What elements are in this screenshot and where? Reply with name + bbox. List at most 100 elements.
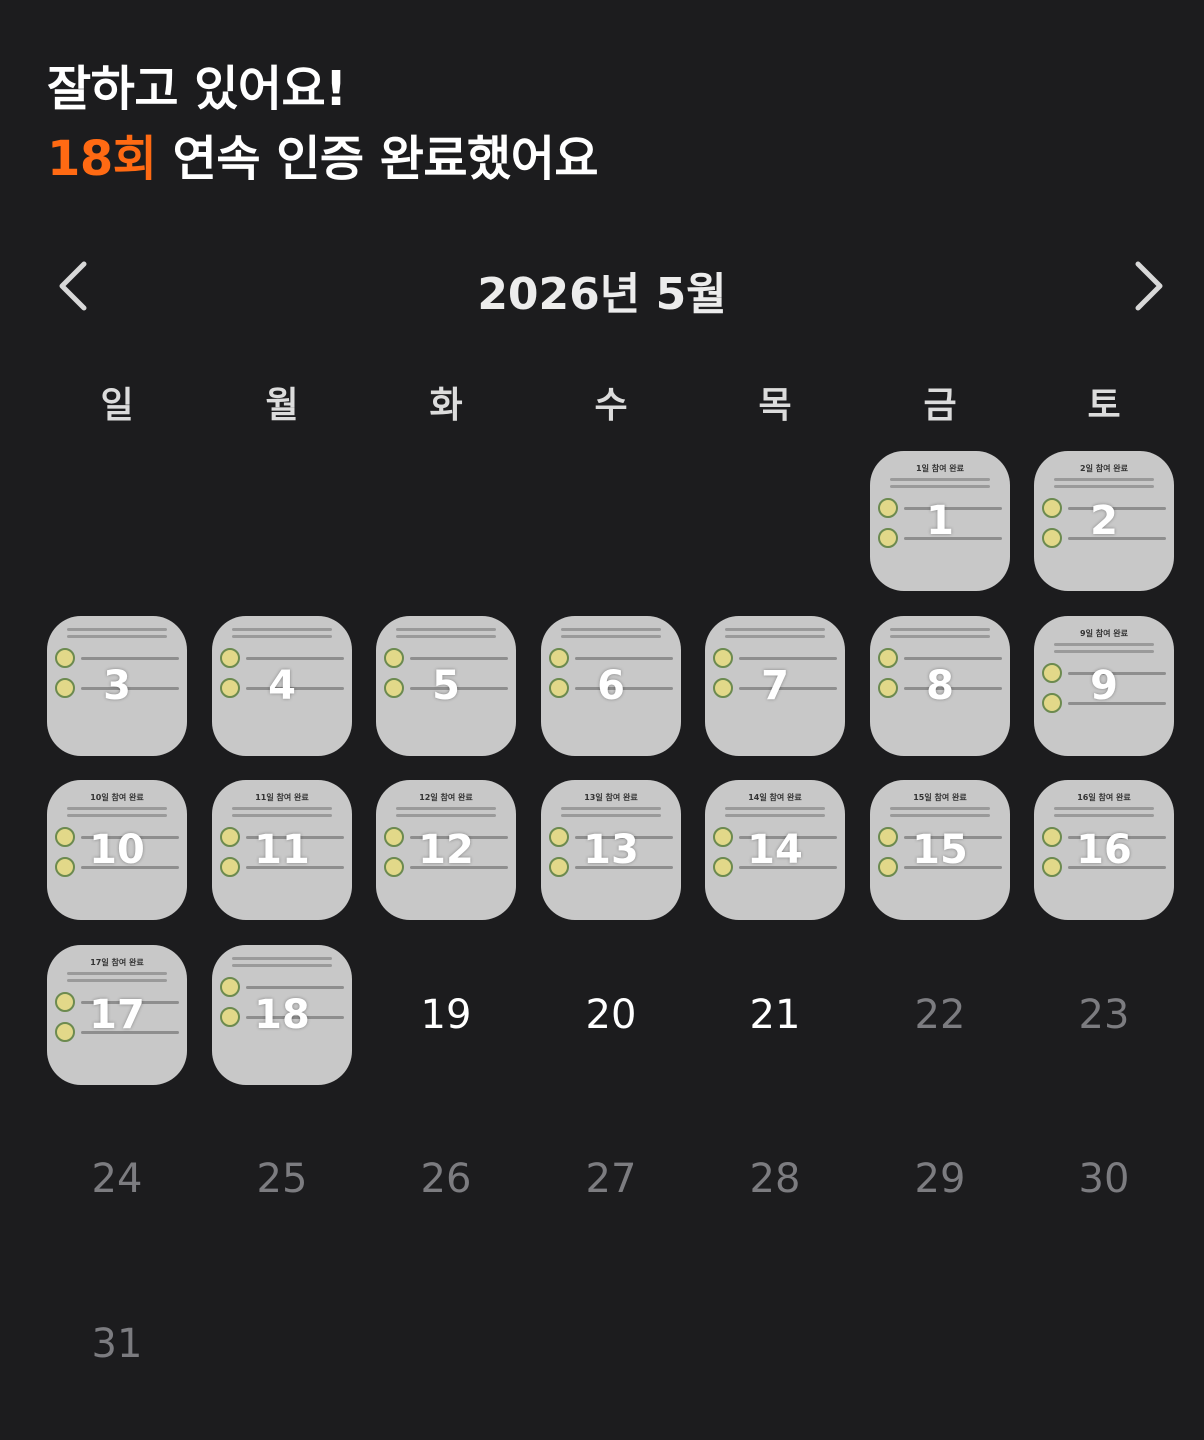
- streak-badge-icon: [384, 648, 404, 668]
- calendar-day-number: 18: [254, 992, 310, 1038]
- calendar-day-10[interactable]: 10일 참여 완료 10: [47, 780, 187, 920]
- streak-badge-icon: [384, 678, 404, 698]
- proof-thumbnail-line: [396, 628, 496, 631]
- streak-badge-icon: [713, 648, 733, 668]
- calendar-day-15[interactable]: 15일 참여 완료 15: [870, 780, 1010, 920]
- streak-badge-icon: [384, 857, 404, 877]
- calendar-day-23[interactable]: 23: [1034, 945, 1174, 1085]
- calendar-day-16[interactable]: 16일 참여 완료 16: [1034, 780, 1174, 920]
- proof-thumbnail-text: [246, 656, 344, 660]
- calendar-day-24[interactable]: 24: [47, 1109, 187, 1249]
- proof-thumbnail-title: 1일 참여 완료: [916, 464, 964, 473]
- proof-thumbnail-line: [232, 628, 332, 631]
- proof-thumbnail-text: [246, 985, 344, 989]
- proof-thumbnail-line: [561, 814, 661, 817]
- proof-thumbnail-line: [232, 957, 332, 960]
- calendar-day-number: 16: [1076, 827, 1132, 873]
- calendar-day-number: 3: [103, 663, 131, 709]
- streak-badge-icon: [1042, 857, 1062, 877]
- proof-thumbnail-line: [67, 628, 167, 631]
- calendar-day-number: 29: [914, 1156, 966, 1202]
- proof-thumbnail-line: [725, 807, 825, 810]
- calendar-day-number: 14: [747, 827, 803, 873]
- calendar-day-14[interactable]: 14일 참여 완료 14: [705, 780, 845, 920]
- calendar-day-number: 21: [749, 992, 801, 1038]
- calendar-day-20[interactable]: 20: [541, 945, 681, 1085]
- calendar-day-29[interactable]: 29: [870, 1109, 1010, 1249]
- calendar-day-6[interactable]: 6: [541, 616, 681, 756]
- calendar-day-number: 15: [912, 827, 968, 873]
- calendar-day-number: 4: [268, 663, 296, 709]
- proof-thumbnail-line: [67, 979, 167, 982]
- proof-thumbnail-text: [904, 656, 1002, 660]
- proof-thumbnail-title: 16일 참여 완료: [1077, 793, 1131, 802]
- calendar-day-12[interactable]: 12일 참여 완료 12: [376, 780, 516, 920]
- calendar-day-number: 11: [254, 827, 310, 873]
- calendar-day-19[interactable]: 19: [376, 945, 516, 1085]
- proof-thumbnail-line: [725, 628, 825, 631]
- streak-badge-icon: [220, 827, 240, 847]
- streak-badge-icon: [878, 678, 898, 698]
- streak-badge-icon: [1042, 827, 1062, 847]
- proof-thumbnail-line: [232, 964, 332, 967]
- calendar-grid: 1일 참여 완료 1 2일 참여 완료 2 3 4 5 6 7 8 9일 참여 완료 9 10일 참여 …: [0, 0, 1204, 1440]
- calendar-day-25[interactable]: 25: [212, 1109, 352, 1249]
- proof-thumbnail-line: [67, 807, 167, 810]
- proof-thumbnail-line: [396, 807, 496, 810]
- proof-thumbnail-title: 14일 참여 완료: [748, 793, 802, 802]
- calendar-day-number: 19: [420, 992, 472, 1038]
- calendar-day-22[interactable]: 22: [870, 945, 1010, 1085]
- calendar-day-28[interactable]: 28: [705, 1109, 845, 1249]
- proof-thumbnail-line: [725, 814, 825, 817]
- streak-badge-icon: [55, 992, 75, 1012]
- calendar-day-number: 24: [91, 1156, 143, 1202]
- streak-badge-icon: [1042, 693, 1062, 713]
- calendar-day-number: 25: [256, 1156, 308, 1202]
- calendar-day-17[interactable]: 17일 참여 완료 17: [47, 945, 187, 1085]
- calendar-day-30[interactable]: 30: [1034, 1109, 1174, 1249]
- proof-thumbnail-line: [890, 485, 990, 488]
- calendar-day-21[interactable]: 21: [705, 945, 845, 1085]
- streak-badge-icon: [1042, 498, 1062, 518]
- proof-thumbnail-line: [1054, 650, 1154, 653]
- calendar-day-26[interactable]: 26: [376, 1109, 516, 1249]
- calendar-day-8[interactable]: 8: [870, 616, 1010, 756]
- streak-badge-icon: [55, 1022, 75, 1042]
- streak-badge-icon: [549, 648, 569, 668]
- streak-badge-icon: [55, 648, 75, 668]
- proof-thumbnail-line: [1054, 814, 1154, 817]
- calendar-day-number: 9: [1090, 663, 1118, 709]
- streak-badge-icon: [220, 678, 240, 698]
- calendar-day-number: 2: [1090, 498, 1118, 544]
- proof-thumbnail-line: [1054, 643, 1154, 646]
- streak-badge-icon: [878, 528, 898, 548]
- proof-thumbnail-title: 10일 참여 완료: [90, 793, 144, 802]
- calendar-day-2[interactable]: 2일 참여 완료 2: [1034, 451, 1174, 591]
- calendar-day-18[interactable]: 18: [212, 945, 352, 1085]
- proof-thumbnail-line: [396, 635, 496, 638]
- calendar-day-5[interactable]: 5: [376, 616, 516, 756]
- calendar-day-13[interactable]: 13일 참여 완료 13: [541, 780, 681, 920]
- calendar-day-9[interactable]: 9일 참여 완료 9: [1034, 616, 1174, 756]
- proof-thumbnail-line: [890, 807, 990, 810]
- calendar-day-7[interactable]: 7: [705, 616, 845, 756]
- calendar-day-3[interactable]: 3: [47, 616, 187, 756]
- streak-badge-icon: [713, 857, 733, 877]
- calendar-day-4[interactable]: 4: [212, 616, 352, 756]
- calendar-day-31[interactable]: 31: [47, 1274, 187, 1414]
- proof-thumbnail-line: [561, 628, 661, 631]
- calendar-day-27[interactable]: 27: [541, 1109, 681, 1249]
- proof-thumbnail-line: [232, 814, 332, 817]
- streak-badge-icon: [55, 827, 75, 847]
- calendar-day-1[interactable]: 1일 참여 완료 1: [870, 451, 1010, 591]
- calendar-day-number: 5: [432, 663, 460, 709]
- calendar-day-number: 26: [420, 1156, 472, 1202]
- calendar-day-11[interactable]: 11일 참여 완료 11: [212, 780, 352, 920]
- streak-badge-icon: [55, 678, 75, 698]
- streak-badge-icon: [220, 648, 240, 668]
- proof-thumbnail-text: [81, 656, 179, 660]
- proof-thumbnail-title: 11일 참여 완료: [255, 793, 309, 802]
- proof-thumbnail-line: [1054, 485, 1154, 488]
- calendar-day-number: 23: [1078, 992, 1130, 1038]
- proof-thumbnail-line: [561, 635, 661, 638]
